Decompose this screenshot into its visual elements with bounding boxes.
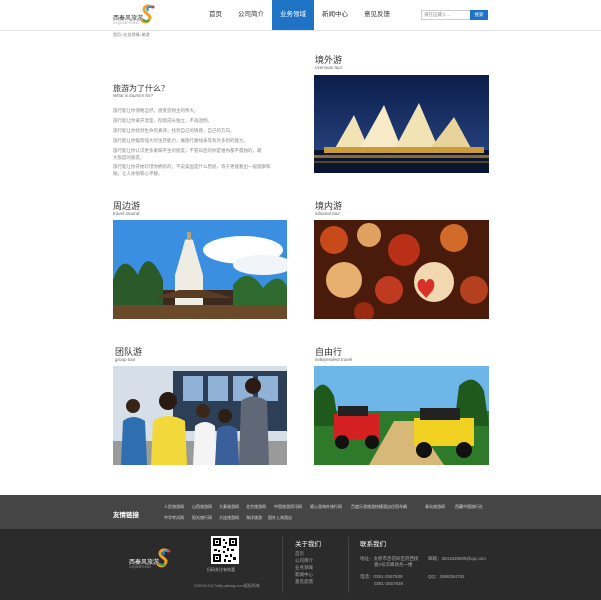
contact-email[interactable]: 邮箱：2841639508@qq.com xyxy=(428,556,486,562)
group-tourists-image xyxy=(113,366,287,465)
nav-about[interactable]: 公司简介 xyxy=(230,0,272,30)
search-box: 请在这输入... 搜索 xyxy=(421,10,488,20)
qr-label: 扫码关注有惊喜 xyxy=(207,567,235,572)
friend-link[interactable]: 西藏中国旅行社 xyxy=(455,504,483,510)
friend-link[interactable]: 北京旅游网 xyxy=(246,504,266,510)
wish-locks-image xyxy=(314,220,489,319)
about-link-feedback[interactable]: 意见反馈 xyxy=(295,579,313,585)
friend-links-band: 友情链接 人民旅游网 山西旅游网 大秦旅游网 北京旅游网 中国旅游资讯网 随心游… xyxy=(0,495,601,529)
copyright: ©2009-2017xifly-qifang.com版权所有 xyxy=(194,583,260,588)
intro-question-en: What is tourism for? xyxy=(113,93,154,98)
section-subtitle-inbound: inbound tour xyxy=(315,211,341,216)
overseas-photo[interactable] xyxy=(314,75,489,173)
friend-link[interactable]: 青岛旅游网 xyxy=(425,504,445,510)
footer-divider xyxy=(348,537,349,593)
qr-code-icon xyxy=(211,536,239,564)
about-link-business[interactable]: 业务领域 xyxy=(295,565,313,571)
main-nav: 首页 公司简介 业务领域 新闻中心 意见反馈 xyxy=(201,0,398,30)
footer-divider xyxy=(282,537,283,593)
footer-logo[interactable]: 西秦风旅游 XIQINFENG xyxy=(129,548,175,570)
section-subtitle-independent: independent travel xyxy=(315,357,353,362)
about-link-home[interactable]: 首页 xyxy=(295,551,304,557)
logo-subtitle: XIQINFENG xyxy=(113,20,140,25)
jeeps-image xyxy=(314,366,489,465)
nav-news[interactable]: 新闻中心 xyxy=(314,0,356,30)
friend-links-title: 友情链接 xyxy=(113,512,139,519)
intro-line: 融，让人体悟和心平静。 xyxy=(113,171,163,176)
about-link-news[interactable]: 新闻中心 xyxy=(295,572,313,578)
breadcrumb: 首页>业务领域>旅游 xyxy=(113,32,150,37)
friend-link[interactable]: 国外上海酒店 xyxy=(268,515,292,521)
friend-link[interactable]: 百度乐游旅游快捷酒店住宿车辆 xyxy=(351,504,407,510)
friend-link[interactable]: 人民旅游网 xyxy=(164,504,184,510)
search-input[interactable]: 请在这输入... xyxy=(421,10,471,20)
inbound-photo[interactable] xyxy=(314,220,489,319)
group-photo[interactable] xyxy=(113,366,287,465)
footer-logo-s-icon xyxy=(156,548,171,568)
friend-link[interactable]: 大连旅游网 xyxy=(219,515,239,521)
site-footer: 西秦风旅游 XIQINFENG 扫码关注有惊喜 ©2009-2017xifly-… xyxy=(0,529,601,600)
site-logo[interactable]: 西秦风旅游 XIQINFENG xyxy=(113,4,159,26)
section-subtitle-group: group tour xyxy=(115,357,136,362)
intro-line: 大限度的朋友。 xyxy=(113,155,145,160)
contact-phone-2: 0351-2557939 xyxy=(374,581,404,586)
friend-link[interactable]: 大秦旅游网 xyxy=(219,504,239,510)
friend-link[interactable]: 海洋旅游 xyxy=(246,515,262,521)
intro-line: 旅行能让你找到生命的真谛，找到自己的情感，自己的方向。 xyxy=(113,128,235,133)
friend-link[interactable]: 阳光旅行网 xyxy=(192,515,212,521)
contact-address-2: 壹2号华峰商务一楼 xyxy=(374,562,413,567)
intro-line: 旅行能让你认识更多素昧平生的朋友，不管日后的你是谁你都不孤独的，最 xyxy=(113,148,262,153)
contact-title: 联系我们 xyxy=(360,541,386,548)
independent-photo[interactable] xyxy=(314,366,489,465)
site-header: 西秦风旅游 XIQINFENG 首页 公司简介 业务领域 新闻中心 意见反馈 请… xyxy=(0,0,601,31)
around-photo[interactable] xyxy=(113,220,287,319)
friend-link[interactable]: 中国旅游资讯网 xyxy=(274,504,302,510)
logo-s-icon xyxy=(140,4,155,24)
nav-home[interactable]: 首页 xyxy=(201,0,230,30)
friend-link[interactable]: 随心游海外旅行网 xyxy=(310,504,342,510)
pagoda-image xyxy=(113,220,287,319)
friend-link[interactable]: 山西旅游网 xyxy=(192,504,212,510)
search-button[interactable]: 搜索 xyxy=(470,10,488,20)
about-title: 关于我们 xyxy=(295,541,321,548)
intro-line: 旅行能让你领略自然，感受造物主的伟大。 xyxy=(113,108,199,113)
opera-house-image xyxy=(314,75,489,173)
nav-feedback[interactable]: 意见反馈 xyxy=(356,0,398,30)
contact-qq: QQ：2568284752 xyxy=(428,574,465,579)
nav-business[interactable]: 业务领域 xyxy=(272,0,314,30)
friend-link[interactable]: 中华考试网 xyxy=(164,515,184,521)
about-link-company[interactable]: 公司简介 xyxy=(295,558,313,564)
intro-line: 旅行能让你锻炼强大的生存能力，做旅行路线表等有许多别的能力。 xyxy=(113,138,248,143)
intro-line: 旅行能让你开始珍惜你拥有的，不说美国是什么憋屈，等于更能看出一般观察和 xyxy=(113,164,271,169)
section-subtitle-around: travel around xyxy=(113,211,140,216)
contact-phone: 电话：0351-2557939 xyxy=(360,574,403,579)
section-subtitle-overseas: overseas tour xyxy=(315,65,343,70)
footer-logo-subtitle: XIQINFENG xyxy=(129,564,152,569)
intro-line: 旅行能让你离开温室，彻底成长独立，不再迷惘。 xyxy=(113,118,212,123)
